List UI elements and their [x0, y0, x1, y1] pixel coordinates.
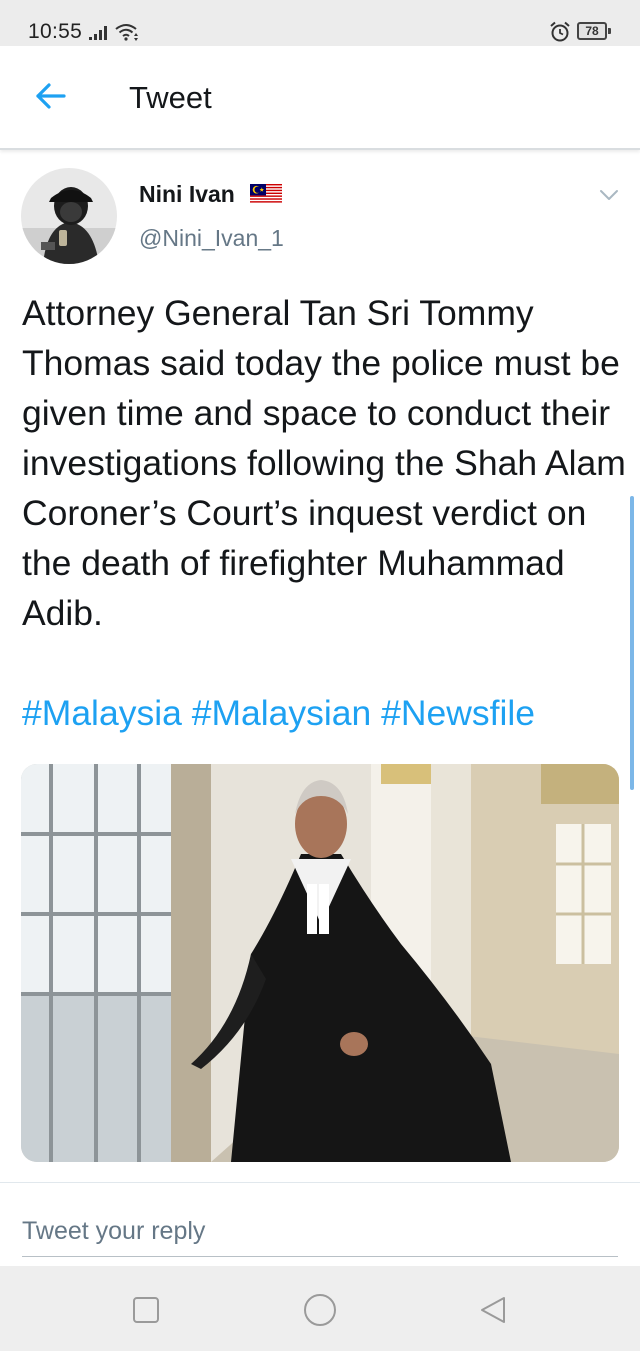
- username[interactable]: @Nini_Ivan_1: [139, 225, 284, 252]
- hashtag-link[interactable]: #Malaysia: [22, 693, 182, 733]
- malaysia-flag-icon: [250, 184, 282, 204]
- reply-divider: [0, 1182, 640, 1183]
- page-title: Tweet: [129, 80, 212, 115]
- hashtag-link[interactable]: #Newsfile: [381, 693, 535, 733]
- scroll-indicator[interactable]: [630, 496, 634, 790]
- recents-square-icon[interactable]: [132, 1296, 160, 1324]
- tweet-text: Attorney General Tan Sri Tommy Thomas sa…: [22, 293, 626, 633]
- system-nav-bar: [0, 1266, 640, 1351]
- display-name[interactable]: Nini Ivan: [139, 181, 235, 208]
- tweet-photo[interactable]: [21, 764, 619, 1162]
- signal-icon: [89, 26, 107, 40]
- status-bar: 10:55 78: [0, 0, 640, 46]
- home-circle-icon[interactable]: [303, 1293, 337, 1327]
- wifi-icon: [115, 24, 138, 41]
- tweet-hashtags: #Malaysia #Malaysian #Newsfile: [22, 688, 535, 738]
- app-header: Tweet: [0, 46, 640, 150]
- avatar[interactable]: [21, 168, 117, 264]
- arrow-left-icon[interactable]: [28, 76, 72, 116]
- reply-input[interactable]: [22, 1206, 618, 1257]
- battery-tip: [608, 28, 611, 34]
- status-time: 10:55: [28, 20, 83, 43]
- hashtag-link[interactable]: #Malaysian: [192, 693, 372, 733]
- chevron-down-icon[interactable]: [596, 184, 622, 206]
- back-triangle-icon[interactable]: [478, 1295, 508, 1325]
- alarm-icon: [550, 21, 570, 42]
- tweet-detail-screen: 10:55 78 Tweet Nini Ivan @Nini_Ivan_1 At…: [0, 0, 640, 1351]
- battery-icon: 78: [577, 22, 607, 40]
